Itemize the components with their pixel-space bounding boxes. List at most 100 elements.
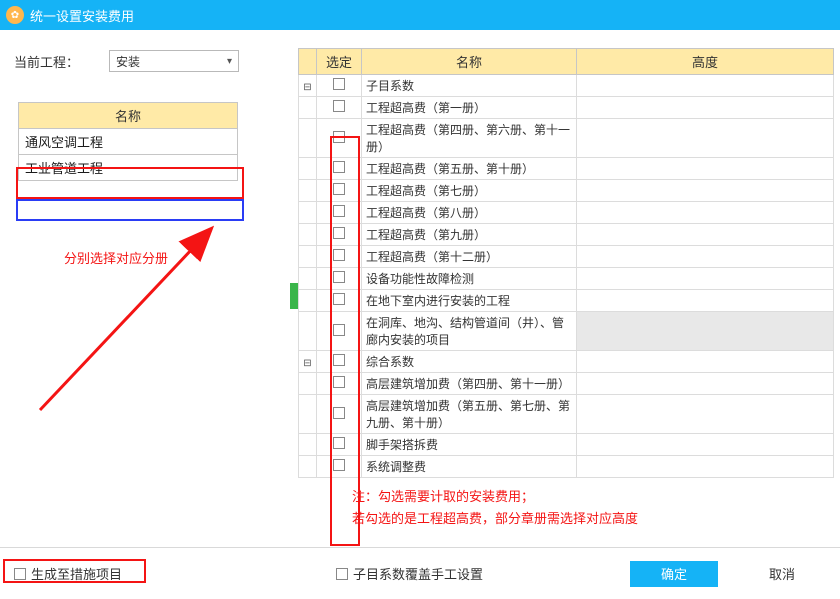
select-cell[interactable] <box>317 246 362 268</box>
tree-toggle-cell[interactable]: ⊟ <box>299 351 317 373</box>
name-cell: 子目系数 <box>362 75 577 97</box>
select-cell[interactable] <box>317 268 362 290</box>
fee-row[interactable]: 在地下室内进行安装的工程 <box>299 290 834 312</box>
select-cell[interactable] <box>317 75 362 97</box>
name-cell: 脚手架搭拆费 <box>362 434 577 456</box>
tree-toggle-cell <box>299 97 317 119</box>
window-title: 统一设置安装费用 <box>30 6 134 25</box>
name-cell: 在洞库、地沟、结构管道间（井）、管廊内安装的项目 <box>362 312 577 351</box>
height-cell[interactable] <box>577 312 834 351</box>
height-cell[interactable] <box>577 268 834 290</box>
generate-checkbox[interactable]: 生成至措施项目 <box>14 564 122 583</box>
checkbox-icon[interactable] <box>333 131 345 143</box>
fee-table: 选定 名称 高度 ⊟子目系数工程超高费（第一册）工程超高费（第四册、第六册、第十… <box>298 48 834 478</box>
col-sel-header: 选定 <box>317 49 362 75</box>
cancel-button[interactable]: 取消 <box>738 561 826 587</box>
note-text: 注：勾选需要计取的安装费用； 若勾选的是工程超高费，部分章册需选择对应高度 <box>352 486 834 530</box>
collapse-icon[interactable]: ⊟ <box>303 82 311 93</box>
name-cell: 工程超高费（第十二册） <box>362 246 577 268</box>
collapse-icon[interactable]: ⊟ <box>303 358 311 369</box>
checkbox-icon[interactable] <box>333 100 345 112</box>
height-cell[interactable] <box>577 97 834 119</box>
height-cell[interactable] <box>577 351 834 373</box>
checkbox-icon[interactable] <box>333 437 345 449</box>
select-cell[interactable] <box>317 395 362 434</box>
checkbox-icon[interactable] <box>333 227 345 239</box>
fee-row[interactable]: 工程超高费（第九册） <box>299 224 834 246</box>
checkbox-icon[interactable] <box>333 78 345 90</box>
fee-row[interactable]: 工程超高费（第一册） <box>299 97 834 119</box>
fee-row[interactable]: 工程超高费（第十二册） <box>299 246 834 268</box>
fee-row[interactable]: 工程超高费（第八册） <box>299 202 834 224</box>
generate-label: 生成至措施项目 <box>31 564 122 583</box>
override-checkbox[interactable]: 子目系数覆盖手工设置 <box>336 564 483 583</box>
checkbox-icon <box>14 568 26 580</box>
splitter-handle[interactable] <box>290 283 298 309</box>
height-cell[interactable] <box>577 246 834 268</box>
checkbox-icon[interactable] <box>333 376 345 388</box>
select-cell[interactable] <box>317 158 362 180</box>
height-cell[interactable] <box>577 180 834 202</box>
left-table-row[interactable]: 工业管道工程 <box>19 155 237 180</box>
fee-row[interactable]: 高层建筑增加费（第五册、第七册、第九册、第十册） <box>299 395 834 434</box>
fee-row[interactable]: 工程超高费（第五册、第十册） <box>299 158 834 180</box>
tree-toggle-cell <box>299 456 317 478</box>
checkbox-icon[interactable] <box>333 183 345 195</box>
project-row: 当前工程： 安装 ▾ <box>14 50 276 72</box>
checkbox-icon[interactable] <box>333 459 345 471</box>
tree-toggle-cell <box>299 268 317 290</box>
fee-row[interactable]: 工程超高费（第七册） <box>299 180 834 202</box>
tree-toggle-cell <box>299 246 317 268</box>
fee-row[interactable]: ⊟综合系数 <box>299 351 834 373</box>
checkbox-icon[interactable] <box>333 293 345 305</box>
tree-toggle-cell <box>299 312 317 351</box>
select-cell[interactable] <box>317 434 362 456</box>
footer: 生成至措施项目 子目系数覆盖手工设置 确定 取消 <box>0 547 840 599</box>
select-cell[interactable] <box>317 456 362 478</box>
height-cell[interactable] <box>577 202 834 224</box>
fee-row[interactable]: 工程超高费（第四册、第六册、第十一册） <box>299 119 834 158</box>
height-cell[interactable] <box>577 75 834 97</box>
left-table-row[interactable]: 通风空调工程 <box>19 129 237 155</box>
name-cell: 高层建筑增加费（第四册、第十一册） <box>362 373 577 395</box>
name-cell: 高层建筑增加费（第五册、第七册、第九册、第十册） <box>362 395 577 434</box>
checkbox-icon[interactable] <box>333 249 345 261</box>
height-cell[interactable] <box>577 119 834 158</box>
fee-row[interactable]: ⊟ 子目系数 <box>299 75 834 97</box>
checkbox-icon[interactable] <box>333 271 345 283</box>
height-cell[interactable] <box>577 224 834 246</box>
col-tree-header <box>299 49 317 75</box>
checkbox-icon[interactable] <box>333 205 345 217</box>
fee-row[interactable]: 高层建筑增加费（第四册、第十一册） <box>299 373 834 395</box>
select-cell[interactable] <box>317 97 362 119</box>
fee-row[interactable]: 脚手架搭拆费 <box>299 434 834 456</box>
checkbox-icon[interactable] <box>333 161 345 173</box>
left-table-header: 名称 <box>19 103 237 129</box>
height-cell[interactable] <box>577 290 834 312</box>
select-cell[interactable] <box>317 351 362 373</box>
select-cell[interactable] <box>317 180 362 202</box>
checkbox-icon[interactable] <box>333 354 345 366</box>
select-cell[interactable] <box>317 202 362 224</box>
fee-row[interactable]: 设备功能性故障检测 <box>299 268 834 290</box>
select-cell[interactable] <box>317 373 362 395</box>
name-cell: 工程超高费（第五册、第十册） <box>362 158 577 180</box>
select-cell[interactable] <box>317 290 362 312</box>
tree-toggle-cell[interactable]: ⊟ <box>299 75 317 97</box>
tree-toggle-cell <box>299 180 317 202</box>
height-cell[interactable] <box>577 456 834 478</box>
select-cell[interactable] <box>317 312 362 351</box>
height-cell[interactable] <box>577 373 834 395</box>
checkbox-icon[interactable] <box>333 324 345 336</box>
height-cell[interactable] <box>577 434 834 456</box>
hint-text: 分别选择对应分册 <box>64 248 168 267</box>
ok-button[interactable]: 确定 <box>630 561 718 587</box>
fee-row[interactable]: 系统调整费 <box>299 456 834 478</box>
project-select[interactable]: 安装 ▾ <box>109 50 239 72</box>
select-cell[interactable] <box>317 224 362 246</box>
select-cell[interactable] <box>317 119 362 158</box>
height-cell[interactable] <box>577 158 834 180</box>
fee-row[interactable]: 在洞库、地沟、结构管道间（井）、管廊内安装的项目 <box>299 312 834 351</box>
checkbox-icon[interactable] <box>333 407 345 419</box>
height-cell[interactable] <box>577 395 834 434</box>
